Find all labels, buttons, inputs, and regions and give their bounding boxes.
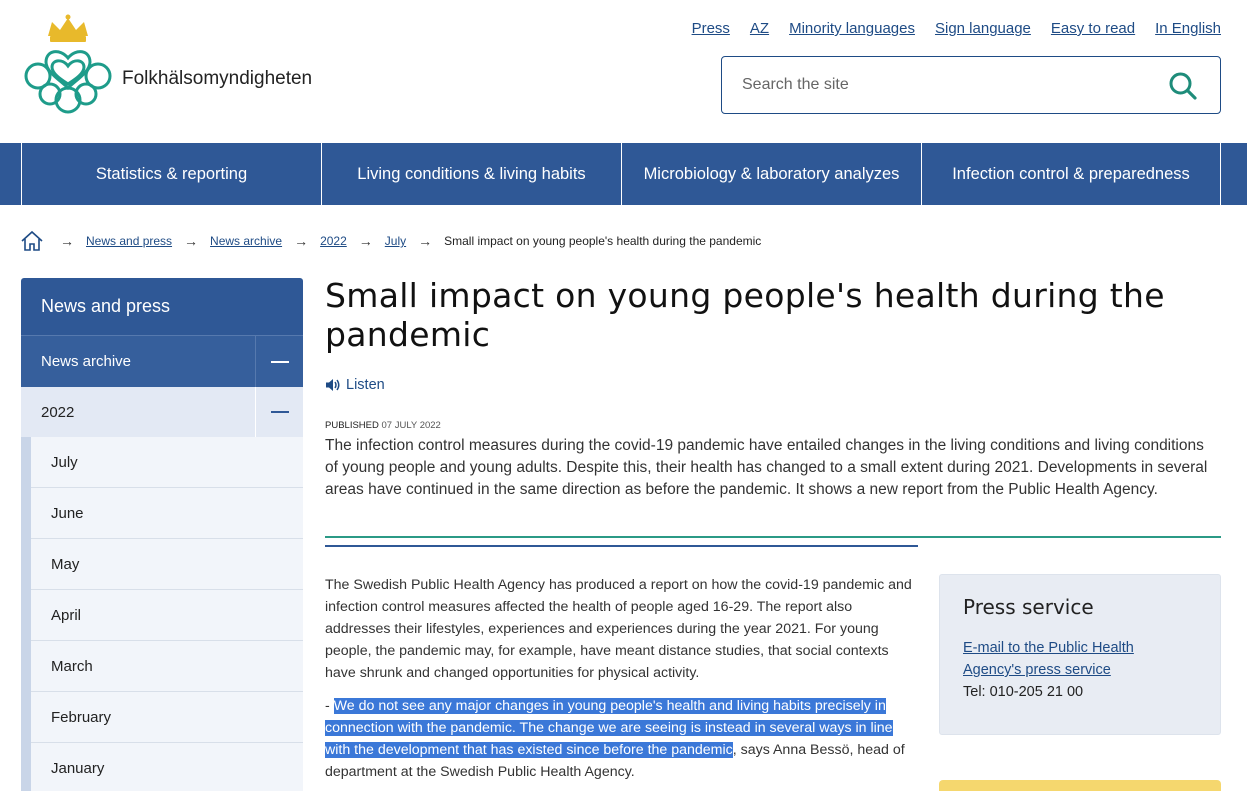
press-service-title: Press service (963, 595, 1094, 619)
nav-item-living-conditions[interactable]: Living conditions & living habits (322, 143, 622, 205)
home-icon[interactable] (20, 229, 44, 253)
sidebar-item-label: 2022 (41, 403, 75, 421)
press-service-box: Press service E-mail to the Public Healt… (939, 574, 1221, 735)
agency-logo[interactable] (20, 14, 115, 114)
breadcrumb-link-2022[interactable]: 2022 (320, 234, 347, 248)
divider (325, 545, 918, 547)
published-date: PUBLISHED 07 JULY 2022 (325, 420, 441, 431)
crown-heart-logo-icon (24, 14, 112, 114)
minus-icon (270, 411, 289, 413)
article-ingress: The infection control measures during th… (325, 437, 1208, 498)
top-link-sign-language[interactable]: Sign language (935, 20, 1031, 37)
sidebar-item-february[interactable]: February (31, 692, 303, 743)
breadcrumb-link-july[interactable]: July (385, 234, 406, 248)
breadcrumb-link-news-archive[interactable]: News archive (210, 234, 282, 248)
sidebar-item-2022[interactable]: 2022 (21, 387, 303, 437)
divider (325, 536, 1221, 538)
press-service-phone: Tel: 010-205 21 00 (963, 684, 1084, 700)
breadcrumb: → News and press → News archive → 2022 →… (20, 228, 761, 254)
published-label: PUBLISHED (325, 420, 379, 431)
sidebar-item-label: News archive (41, 353, 132, 370)
nav-item-statistics-reporting[interactable]: Statistics & reporting (21, 143, 322, 205)
sidebar-months: July June May April March February Janua… (21, 437, 303, 791)
paragraph: The Swedish Public Health Agency has pro… (325, 577, 912, 681)
speaker-icon (326, 379, 340, 391)
article: Small impact on young people's health du… (325, 272, 1221, 791)
top-link-minority-languages[interactable]: Minority languages (789, 20, 915, 37)
press-service-email-link[interactable]: E-mail to the Public Health Agency's pre… (963, 637, 1163, 681)
collapse-2022-button[interactable] (255, 387, 303, 437)
nav-item-microbiology[interactable]: Microbiology & laboratory analyzes (622, 143, 922, 205)
nav-item-infection-control[interactable]: Infection control & preparedness (922, 143, 1221, 205)
article-body: The Swedish Public Health Agency has pro… (325, 574, 918, 791)
top-link-easy-to-read[interactable]: Easy to read (1051, 20, 1135, 37)
site-name[interactable]: Folkhälsomyndigheten (122, 68, 312, 90)
sidebar-item-may[interactable]: May (31, 539, 303, 590)
top-link-press[interactable]: Press (692, 20, 730, 37)
search-input[interactable] (742, 57, 1162, 113)
breadcrumb-arrow-icon: → (418, 233, 433, 249)
top-link-az[interactable]: AZ (750, 20, 769, 37)
main-navigation: Statistics & reporting Living conditions… (0, 143, 1247, 205)
sidebar-item-june[interactable]: June (31, 488, 303, 539)
page-title: Small impact on young people's health du… (325, 276, 1165, 354)
breadcrumb-arrow-icon: → (60, 233, 74, 249)
paragraph-quote: - We do not see any major changes in you… (325, 695, 918, 783)
sidebar: News and press News archive 2022 July Ju… (21, 278, 303, 791)
breadcrumb-current: Small impact on young people's health du… (444, 234, 762, 248)
listen-button[interactable]: Listen (325, 377, 385, 393)
collapse-news-archive-button[interactable] (255, 336, 303, 387)
breadcrumb-arrow-icon: → (358, 233, 373, 249)
breadcrumb-arrow-icon: → (184, 233, 199, 249)
notice-box (939, 780, 1221, 791)
sidebar-item-news-archive[interactable]: News archive (21, 335, 303, 387)
top-link-in-english[interactable]: In English (1155, 20, 1221, 37)
top-links: Press AZ Minority languages Sign languag… (692, 20, 1221, 37)
sidebar-item-january[interactable]: January (31, 743, 303, 791)
quote-prefix: - (325, 698, 334, 714)
search-icon[interactable] (1168, 71, 1198, 101)
listen-label: Listen (346, 377, 385, 393)
breadcrumb-link-news-and-press[interactable]: News and press (86, 234, 172, 248)
sidebar-item-march[interactable]: March (31, 641, 303, 692)
search-box (721, 56, 1221, 114)
breadcrumb-arrow-icon: → (294, 233, 309, 249)
minus-icon (270, 360, 289, 363)
sidebar-item-april[interactable]: April (31, 590, 303, 641)
published-date-value: 07 JULY 2022 (381, 420, 441, 431)
sidebar-item-july[interactable]: July (31, 437, 303, 488)
sidebar-title[interactable]: News and press (21, 278, 303, 335)
